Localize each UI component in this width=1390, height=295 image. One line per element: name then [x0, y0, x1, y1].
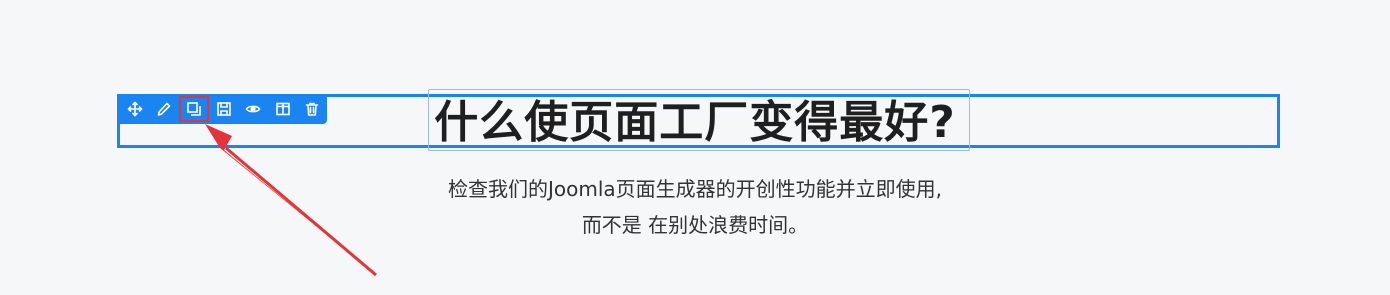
columns-button[interactable] [268, 96, 298, 122]
save-icon [216, 102, 231, 116]
columns-icon [275, 102, 290, 116]
eye-icon [245, 105, 261, 113]
description-line-1: 检查我们的Joomla页面生成器的开创性功能并立即使用, [447, 177, 943, 201]
delete-button[interactable] [297, 96, 327, 122]
duplicate-icon [187, 102, 201, 116]
element-toolbar [117, 94, 327, 124]
pencil-icon [158, 102, 171, 116]
move-button[interactable] [120, 96, 150, 122]
save-button[interactable] [209, 96, 239, 122]
page-title[interactable]: 什么使页面工厂变得最好? [300, 93, 1090, 153]
description-line-2: 而不是 在别处浪费时间。 [581, 213, 809, 237]
section-description: 检查我们的Joomla页面生成器的开创性功能并立即使用, 而不是 在别处浪费时间… [300, 171, 1090, 243]
duplicate-button[interactable] [179, 96, 209, 122]
edit-button[interactable] [150, 96, 180, 122]
move-icon [127, 101, 143, 117]
trash-icon [305, 102, 319, 116]
preview-button[interactable] [238, 96, 268, 122]
